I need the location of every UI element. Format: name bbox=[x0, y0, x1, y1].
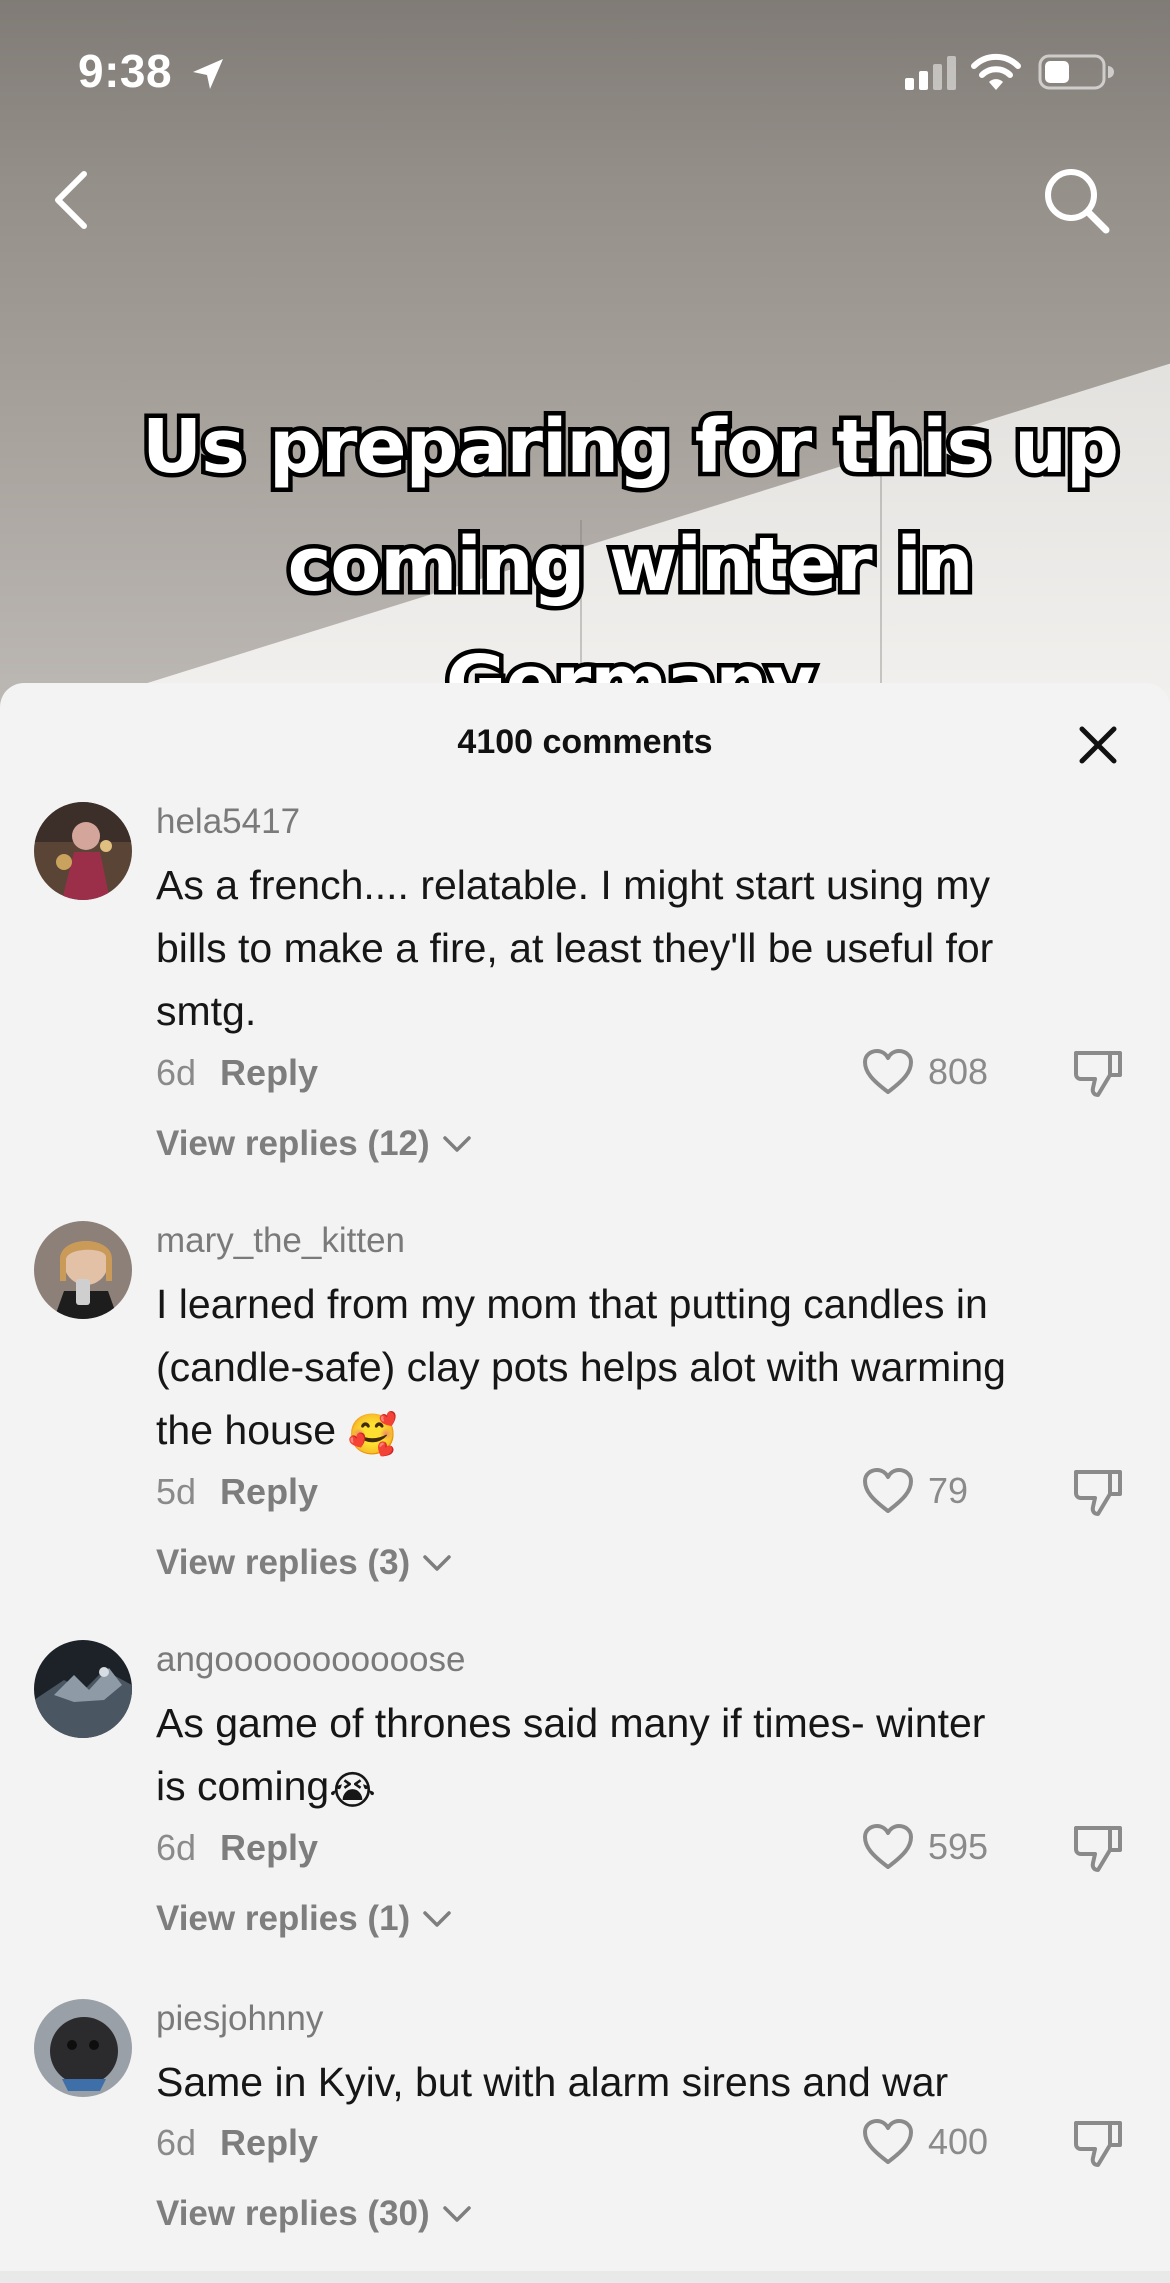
view-replies-button[interactable]: View replies (30) bbox=[156, 2194, 472, 2234]
comment-text: As game of thrones said many if times- w… bbox=[156, 1692, 986, 1823]
comment-meta: 6d Reply bbox=[156, 2122, 318, 2164]
dislike-icon[interactable] bbox=[1072, 1466, 1124, 1518]
dislike-icon[interactable] bbox=[1072, 1822, 1124, 1874]
reply-button[interactable]: Reply bbox=[220, 1052, 318, 1093]
heart-icon bbox=[863, 1468, 913, 1513]
view-replies-label: View replies (1) bbox=[156, 1899, 411, 1938]
emoji-loudly-crying: 😭 bbox=[329, 1768, 376, 1814]
comment-item: piesjohnny Same in Kyiv, but with alarm … bbox=[0, 1999, 1170, 2233]
comments-count-title: 4100 comments bbox=[457, 723, 713, 761]
comment-item: mary_the_kitten I learned from my mom th… bbox=[0, 1221, 1170, 1582]
like-count: 595 bbox=[928, 1826, 989, 1867]
avatar[interactable] bbox=[34, 802, 132, 900]
comment-username[interactable]: hela5417 bbox=[156, 802, 300, 842]
battery-icon bbox=[1038, 54, 1114, 90]
comment-username[interactable]: angooooooooooose bbox=[156, 1640, 465, 1680]
reply-button[interactable]: Reply bbox=[220, 1827, 318, 1868]
like-button[interactable]: 79 bbox=[862, 1463, 968, 1519]
comment-age: 5d bbox=[156, 1471, 197, 1512]
caption-line: coming winter in bbox=[283, 518, 978, 613]
wifi-icon bbox=[971, 53, 1021, 90]
comment-username[interactable]: piesjohnny bbox=[156, 1999, 323, 2039]
comment-item: hela5417 As a french.... relatable. I mi… bbox=[0, 802, 1170, 1163]
comment-text-body: As a french.... relatable. I might start… bbox=[156, 862, 994, 1034]
heart-icon bbox=[863, 1824, 913, 1869]
chevron-down-icon bbox=[423, 1555, 451, 1571]
heart-icon bbox=[863, 2119, 913, 2164]
comment-meta: 6d Reply bbox=[156, 1052, 318, 1094]
view-replies-button[interactable]: View replies (12) bbox=[156, 1124, 472, 1164]
avatar[interactable] bbox=[34, 1640, 132, 1738]
caption-line: Us preparing for this up bbox=[138, 400, 1124, 495]
comment-item: angooooooooooose As game of thrones said… bbox=[0, 1640, 1170, 1938]
chevron-down-icon bbox=[423, 1911, 451, 1927]
bottom-edge bbox=[0, 2271, 1170, 2283]
search-icon[interactable] bbox=[1040, 164, 1112, 236]
close-icon[interactable] bbox=[1076, 723, 1120, 767]
like-button[interactable]: 595 bbox=[862, 1819, 988, 1875]
comment-meta: 6d Reply bbox=[156, 1827, 318, 1869]
comment-meta: 5d Reply bbox=[156, 1471, 318, 1513]
view-replies-label: View replies (12) bbox=[156, 1124, 430, 1163]
like-count: 808 bbox=[928, 1051, 989, 1092]
comment-text-body: Same in Kyiv, but with alarm sirens and … bbox=[156, 2059, 949, 2105]
comments-header: 4100 comments bbox=[0, 683, 1170, 803]
status-time: 9:38 bbox=[78, 45, 173, 97]
comment-age: 6d bbox=[156, 2122, 197, 2163]
dislike-icon[interactable] bbox=[1072, 1047, 1124, 1099]
cellular-signal-icon bbox=[905, 56, 956, 90]
like-button[interactable]: 808 bbox=[862, 1044, 988, 1100]
comment-text-body: I learned from my mom that putting candl… bbox=[156, 1281, 1006, 1453]
avatar[interactable] bbox=[34, 1221, 132, 1319]
view-replies-button[interactable]: View replies (3) bbox=[156, 1543, 452, 1583]
reply-button[interactable]: Reply bbox=[220, 1471, 318, 1512]
comment-text-body: As game of thrones said many if times- w… bbox=[156, 1700, 986, 1809]
heart-icon bbox=[863, 1049, 913, 1094]
comment-text: I learned from my mom that putting candl… bbox=[156, 1273, 1036, 1467]
comment-text: Same in Kyiv, but with alarm sirens and … bbox=[156, 2051, 1036, 2114]
chevron-down-icon bbox=[442, 2206, 471, 2222]
back-chevron-icon[interactable] bbox=[48, 168, 96, 232]
dislike-icon[interactable] bbox=[1072, 2117, 1124, 2169]
view-replies-label: View replies (30) bbox=[156, 2194, 430, 2233]
comment-age: 6d bbox=[156, 1052, 197, 1093]
comment-text: As a french.... relatable. I might start… bbox=[156, 854, 1036, 1043]
reply-button[interactable]: Reply bbox=[220, 2122, 318, 2163]
like-count: 79 bbox=[928, 1470, 969, 1511]
like-button[interactable]: 400 bbox=[862, 2114, 988, 2170]
view-replies-button[interactable]: View replies (1) bbox=[156, 1899, 452, 1939]
location-arrow-icon bbox=[193, 59, 223, 89]
like-count: 400 bbox=[928, 2121, 989, 2162]
comment-username[interactable]: mary_the_kitten bbox=[156, 1221, 405, 1261]
view-replies-label: View replies (3) bbox=[156, 1543, 411, 1582]
comment-age: 6d bbox=[156, 1827, 197, 1868]
status-bar: 9:38 bbox=[0, 0, 1170, 140]
comments-sheet: 4100 comments hela5417 As a french.... r… bbox=[0, 683, 1170, 2283]
emoji-smiling-hearts: 🥰 bbox=[347, 1412, 398, 1458]
chevron-down-icon bbox=[442, 1136, 471, 1152]
avatar[interactable] bbox=[34, 1999, 132, 2097]
